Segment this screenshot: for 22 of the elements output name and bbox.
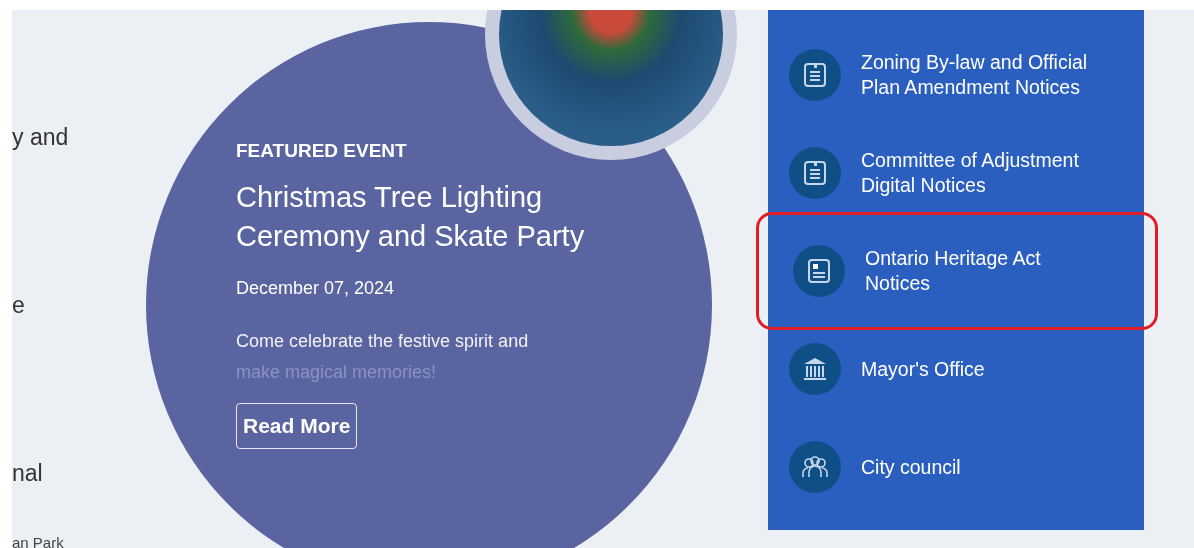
text-fragment: y and (12, 124, 69, 151)
link-label: Mayor's Office (861, 356, 986, 382)
event-date: December 07, 2024 (236, 278, 395, 299)
link-item[interactable]: Zoning By-law and Official Plan Amendment Notices (768, 26, 1144, 124)
link-label: City council (861, 454, 962, 480)
text-fragment: e (12, 292, 25, 319)
document-icon (803, 62, 827, 88)
link-label: Zoning By-law and Official Plan Amendment Notices (861, 50, 1089, 100)
document-icon (807, 258, 831, 284)
event-title: Christmas Tree Lighting Ceremony and Skate Party (236, 180, 586, 254)
link-label: Ontario Heritage Act Notices (865, 246, 1042, 296)
link-item[interactable]: City council (768, 418, 1144, 516)
eyebrow: FEATURED EVENT (236, 140, 407, 162)
link-item[interactable]: Ontario Heritage Act Notices (756, 212, 1158, 330)
document-icon (803, 160, 827, 186)
people-icon (801, 455, 829, 479)
link-label: Committee of Adjustment Digital Notices (861, 148, 1080, 198)
text-fragment: nal (12, 460, 43, 487)
read-more-button[interactable]: Read More (236, 403, 358, 449)
event-description: Come celebrate the festive spirit and (236, 331, 529, 352)
building-icon (802, 357, 828, 381)
caption: an Park (12, 534, 64, 548)
